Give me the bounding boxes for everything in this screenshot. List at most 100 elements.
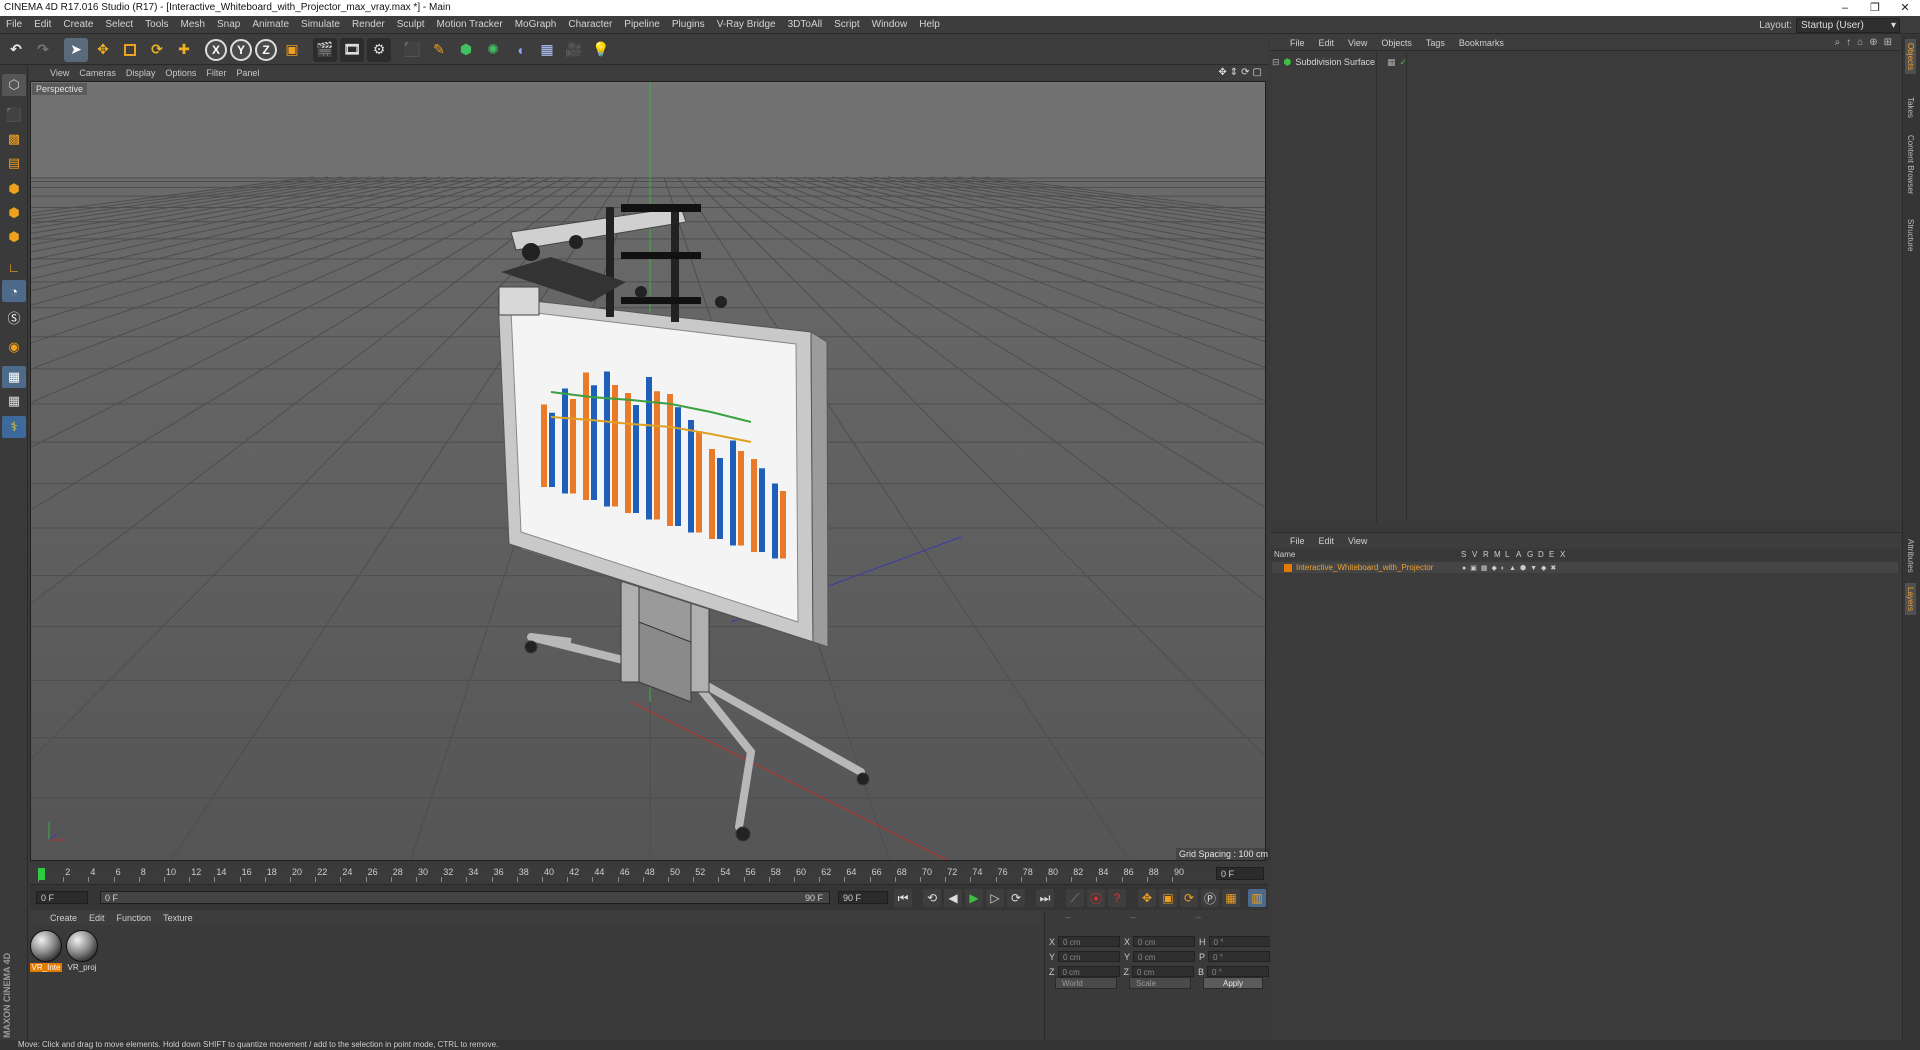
start-frame-field[interactable]: 0 F bbox=[36, 891, 88, 904]
close-button[interactable]: ✕ bbox=[1890, 0, 1920, 16]
motion-path-icon[interactable]: ⟋ bbox=[1066, 889, 1084, 907]
menu-animate[interactable]: Animate bbox=[252, 19, 289, 30]
search-icon[interactable]: ⌕ bbox=[1835, 37, 1841, 48]
make-editable-icon[interactable]: ⬡ bbox=[2, 74, 26, 96]
enabled-check-icon[interactable]: ✓ bbox=[1399, 57, 1407, 68]
layer-color-swatch[interactable] bbox=[1284, 563, 1292, 572]
texture-mode-icon[interactable]: ▩ bbox=[2, 128, 26, 150]
viewport-menu-filter[interactable]: Filter bbox=[206, 68, 226, 78]
menu-vray-bridge[interactable]: V-Ray Bridge bbox=[717, 19, 776, 30]
layer-row[interactable]: Interactive_Whiteboard_with_Projector ●▣… bbox=[1272, 562, 1898, 573]
tab-takes[interactable]: Takes bbox=[1905, 93, 1916, 122]
settings-icon[interactable]: ⊞ bbox=[1884, 37, 1892, 48]
key-scale-icon[interactable]: ▣ bbox=[1159, 889, 1177, 907]
maximize-button[interactable]: ❐ bbox=[1860, 0, 1890, 16]
floor-icon[interactable]: ▦ bbox=[535, 38, 559, 62]
size-x-field[interactable]: 0 cm bbox=[1133, 936, 1196, 947]
layout-dropdown[interactable]: Startup (User) ▾ bbox=[1796, 17, 1900, 33]
model-mode-icon[interactable]: ⬛ bbox=[2, 104, 26, 126]
lock-workplane-icon[interactable]: ◉ bbox=[2, 336, 26, 358]
menu-sculpt[interactable]: Sculpt bbox=[397, 19, 425, 30]
next-frame-icon[interactable]: ▷ bbox=[986, 889, 1004, 907]
snap-icon[interactable]: Ⓢ bbox=[2, 306, 26, 328]
rot-p-field[interactable]: 0 ° bbox=[1208, 951, 1271, 962]
tab-attributes[interactable]: Attributes bbox=[1905, 535, 1916, 577]
light-icon[interactable]: 💡 bbox=[589, 38, 613, 62]
live-selection-icon[interactable]: ➤ bbox=[64, 37, 88, 62]
viewport-menu-options[interactable]: Options bbox=[165, 68, 196, 78]
tab-content-browser[interactable]: Content Browser bbox=[1905, 131, 1916, 199]
undo-button[interactable]: ↶ bbox=[4, 38, 28, 62]
expand-icon[interactable]: ⊟ bbox=[1272, 57, 1280, 68]
previous-frame-icon[interactable]: ◀ bbox=[944, 889, 962, 907]
layer-menu-file[interactable]: File bbox=[1290, 536, 1305, 546]
layer-flag-icons[interactable]: ●▣▦◆◐▲⬢▼◆✖ bbox=[1462, 564, 1560, 572]
points-mode-icon[interactable]: ⬢ bbox=[2, 178, 26, 200]
render-view-icon[interactable]: 🎬 bbox=[313, 37, 337, 62]
autokeying-icon[interactable]: ? bbox=[1108, 889, 1126, 907]
maximize-view-icon[interactable]: ▢ bbox=[1253, 67, 1262, 78]
menu-motion-tracker[interactable]: Motion Tracker bbox=[437, 19, 503, 30]
size-mode-dropdown[interactable]: Scale bbox=[1129, 977, 1191, 989]
record-keys-icon[interactable]: ⦿ bbox=[1087, 889, 1105, 907]
menu-plugins[interactable]: Plugins bbox=[672, 19, 705, 30]
dolly-view-icon[interactable]: ⇕ bbox=[1230, 67, 1238, 78]
frame-range-slider[interactable]: 0 F 90 F bbox=[100, 891, 830, 904]
object-menu-bookmarks[interactable]: Bookmarks bbox=[1459, 38, 1504, 48]
recent-tools-icon[interactable]: ✚ bbox=[172, 38, 196, 62]
viewport-menu-display[interactable]: Display bbox=[126, 68, 156, 78]
tab-layers[interactable]: Layers bbox=[1905, 583, 1916, 616]
pan-view-icon[interactable]: ✥ bbox=[1218, 67, 1226, 78]
key-position-icon[interactable]: ✥ bbox=[1138, 889, 1156, 907]
cube-primitive-icon[interactable]: ⬛ bbox=[400, 38, 424, 62]
next-key-icon[interactable]: ⟳ bbox=[1007, 889, 1025, 907]
edges-mode-icon[interactable]: ⬢ bbox=[2, 202, 26, 224]
menu-tools[interactable]: Tools bbox=[145, 19, 168, 30]
move-tool-icon[interactable]: ✥ bbox=[91, 38, 115, 62]
z-axis-lock-button[interactable]: Z bbox=[255, 38, 277, 61]
home-icon[interactable]: ⌂ bbox=[1857, 37, 1863, 48]
material-swatch[interactable]: VR_proj bbox=[66, 930, 98, 972]
pos-x-field[interactable]: 0 cm bbox=[1058, 936, 1121, 947]
material-swatch[interactable]: VR_Inte bbox=[30, 930, 62, 972]
timeline-ruler[interactable]: 0246810121416182022242628303234363840424… bbox=[30, 866, 1268, 882]
tab-structure[interactable]: Structure bbox=[1905, 215, 1916, 255]
minimize-button[interactable]: – bbox=[1830, 0, 1860, 16]
menu-window[interactable]: Window bbox=[872, 19, 908, 30]
layer-menu-view[interactable]: View bbox=[1348, 536, 1367, 546]
rot-b-field[interactable]: 0 ° bbox=[1207, 966, 1270, 977]
menu-mesh[interactable]: Mesh bbox=[181, 19, 205, 30]
python-icon[interactable]: ⚕ bbox=[2, 416, 26, 438]
up-arrow-icon[interactable]: ↑ bbox=[1846, 37, 1851, 48]
play-icon[interactable]: ▶ bbox=[965, 889, 983, 907]
material-menu-texture[interactable]: Texture bbox=[163, 913, 193, 923]
perspective-viewport[interactable] bbox=[30, 81, 1266, 861]
x-axis-lock-button[interactable]: X bbox=[205, 38, 227, 61]
pen-spline-icon[interactable]: ✎ bbox=[427, 38, 451, 62]
pos-y-field[interactable]: 0 cm bbox=[1058, 951, 1121, 962]
axis-mode-icon[interactable]: ∟ bbox=[2, 256, 26, 278]
cloner-icon[interactable]: ✺ bbox=[481, 38, 505, 62]
rot-h-field[interactable]: 0 ° bbox=[1208, 936, 1271, 947]
rotate-tool-icon[interactable]: ⟳ bbox=[145, 38, 169, 62]
tab-objects[interactable]: Objects bbox=[1905, 39, 1916, 75]
end-frame-field[interactable]: 90 F bbox=[838, 891, 888, 904]
key-rotation-icon[interactable]: ⟳ bbox=[1180, 889, 1198, 907]
current-frame-field[interactable]: 0 F bbox=[1216, 867, 1264, 880]
menu-pipeline[interactable]: Pipeline bbox=[624, 19, 660, 30]
menu-render[interactable]: Render bbox=[352, 19, 385, 30]
go-to-end-icon[interactable]: ⏭ bbox=[1036, 889, 1054, 907]
previous-key-icon[interactable]: ⟲ bbox=[923, 889, 941, 907]
object-menu-tags[interactable]: Tags bbox=[1426, 38, 1445, 48]
coordinate-mode-dropdown[interactable]: World bbox=[1055, 977, 1117, 989]
scale-tool-icon[interactable] bbox=[118, 38, 142, 62]
camera-icon[interactable]: 🎥 bbox=[562, 38, 586, 62]
material-menu-function[interactable]: Function bbox=[117, 913, 152, 923]
menu-mograph[interactable]: MoGraph bbox=[515, 19, 557, 30]
object-menu-edit[interactable]: Edit bbox=[1319, 38, 1335, 48]
apply-button[interactable]: Apply bbox=[1203, 977, 1263, 989]
tweak-mode-icon[interactable]: ◔ bbox=[2, 280, 26, 302]
object-menu-objects[interactable]: Objects bbox=[1381, 38, 1412, 48]
viewport-menu-panel[interactable]: Panel bbox=[236, 68, 259, 78]
new-view-icon[interactable]: ⊕ bbox=[1869, 37, 1877, 48]
